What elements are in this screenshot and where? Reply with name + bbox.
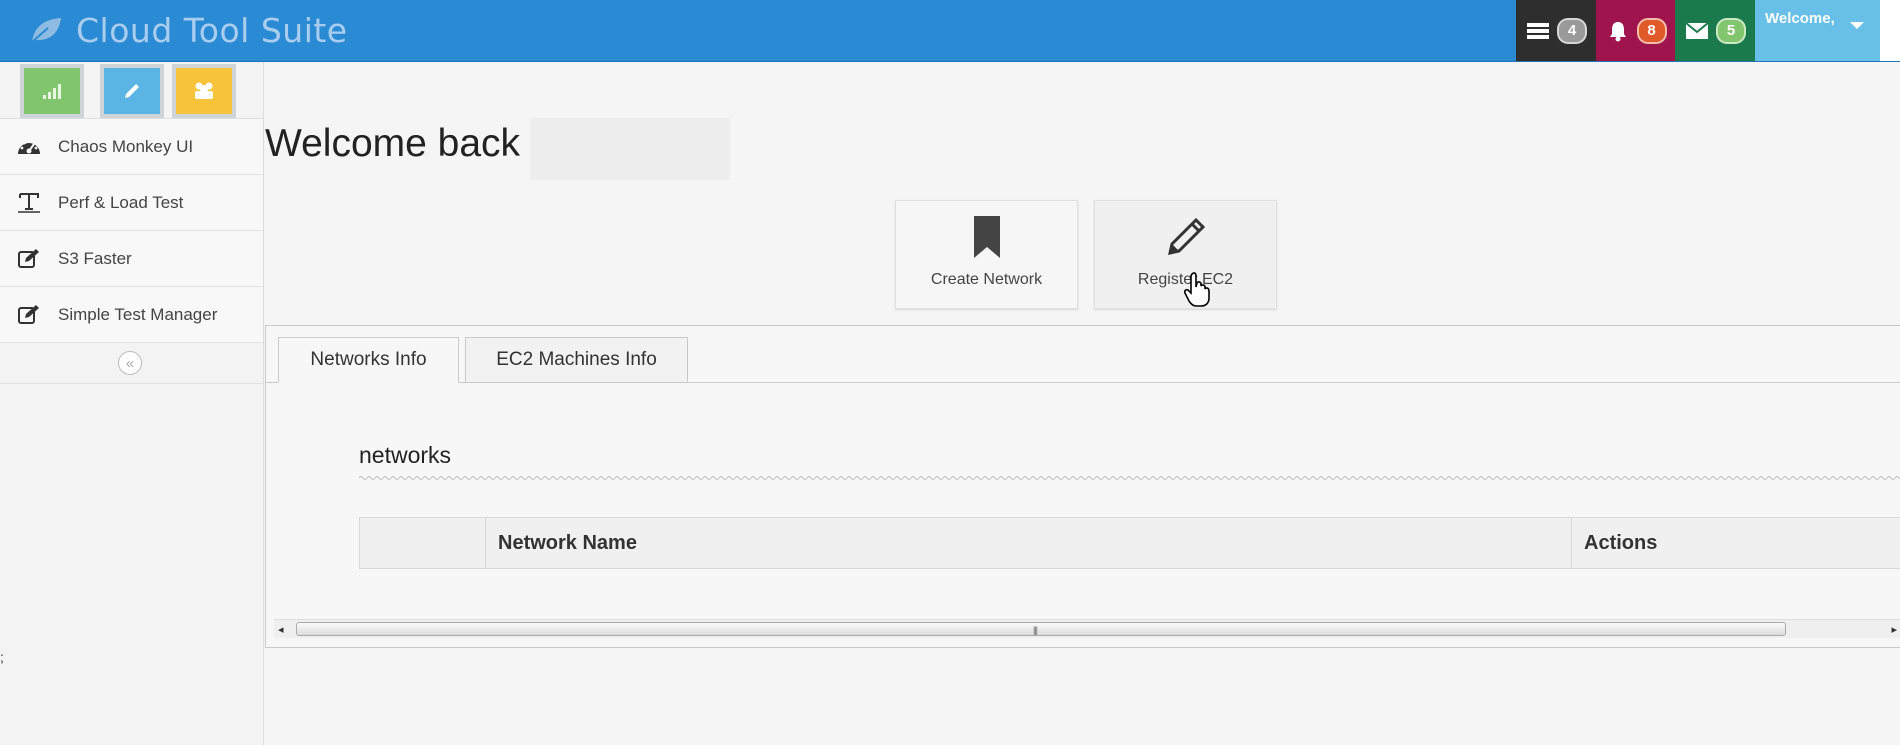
sidebar-mark: ; [0, 649, 4, 665]
column-label: Actions [1584, 532, 1658, 554]
signal-icon [43, 84, 61, 99]
networks-table: Network Name Actions [359, 517, 1900, 569]
user-welcome-label: Welcome, [1765, 10, 1835, 27]
sidebar-item-label: S3 Faster [58, 248, 132, 268]
leaf-icon [31, 18, 61, 43]
horizontal-scrollbar[interactable]: ◂ ||| ▸ [274, 619, 1900, 638]
caret-down-icon [1850, 22, 1864, 29]
sidebar-menu: Chaos Monkey UI Perf & Load Test S3 Fast… [0, 119, 263, 343]
pencil-icon [1167, 217, 1205, 255]
messages-button[interactable]: 5 [1675, 0, 1755, 61]
sidebar-collapse-row: « [0, 345, 263, 384]
edit-icon [18, 249, 39, 268]
tab-ec2-machines-info[interactable]: EC2 Machines Info [465, 337, 688, 383]
envelope-icon [1684, 20, 1710, 42]
tab-panel: Networks Info EC2 Machines Info networks… [265, 325, 1900, 648]
scroll-left-arrow-icon[interactable]: ◂ [278, 623, 284, 636]
page-title: Welcome back [265, 122, 521, 165]
shortcut-stats-button[interactable] [20, 64, 84, 118]
table-header-network-name[interactable]: Network Name [486, 518, 1572, 568]
bell-icon [1605, 20, 1631, 42]
hand-pointer-icon [1184, 272, 1210, 307]
messages-badge: 5 [1716, 17, 1746, 44]
sidebar-item-label: Chaos Monkey UI [58, 136, 194, 156]
text-icon [18, 193, 40, 213]
wavy-divider [359, 474, 1900, 482]
notifications-button[interactable]: 8 [1596, 0, 1675, 61]
sidebar-item-label: Simple Test Manager [58, 304, 218, 324]
user-menu[interactable]: Welcome, [1755, 0, 1880, 61]
table-header-actions[interactable]: Actions [1572, 518, 1900, 568]
brand[interactable]: Cloud Tool Suite [28, 10, 348, 50]
tasks-button[interactable]: 4 [1516, 0, 1596, 61]
create-network-button[interactable]: Create Network [895, 200, 1078, 309]
bookmark-icon [973, 216, 1000, 258]
section-title: networks [359, 442, 452, 468]
sidebar-shortcuts [0, 62, 263, 119]
pencil-icon [125, 84, 139, 98]
scrollbar-thumb[interactable]: ||| [296, 622, 1786, 636]
dashboard-icon [18, 139, 40, 154]
scroll-right-arrow-icon[interactable]: ▸ [1891, 623, 1897, 636]
sidebar-item-simple-test-manager[interactable]: Simple Test Manager [0, 287, 263, 343]
notifications-badge: 8 [1636, 17, 1667, 44]
scrollbar-top[interactable] [1880, 0, 1900, 61]
shortcut-edit-button[interactable] [100, 64, 164, 118]
edit-icon [18, 305, 39, 324]
sidebar-item-perf-load-test[interactable]: Perf & Load Test [0, 175, 263, 231]
column-label: Network Name [498, 532, 637, 554]
sidebar-item-label: Perf & Load Test [58, 192, 184, 212]
tab-networks-info[interactable]: Networks Info [278, 337, 459, 383]
sidebar: Chaos Monkey UI Perf & Load Test S3 Fast… [0, 62, 264, 745]
scrollbar-grip: ||| [1033, 625, 1038, 635]
sidebar-item-chaos-monkey[interactable]: Chaos Monkey UI [0, 119, 263, 175]
shortcut-users-button[interactable] [172, 64, 236, 118]
tasks-badge: 4 [1557, 17, 1587, 44]
table-header-cell[interactable] [360, 518, 486, 568]
top-navbar: Cloud Tool Suite 4 8 5 Welcome, [0, 0, 1900, 62]
user-name-placeholder [530, 118, 730, 180]
collapse-sidebar-button[interactable]: « [118, 351, 142, 375]
app-title: Cloud Tool Suite [76, 10, 348, 50]
create-network-label: Create Network [930, 271, 1043, 288]
tasks-icon [1525, 20, 1551, 42]
group-icon [195, 82, 213, 99]
sidebar-item-s3-faster[interactable]: S3 Faster [0, 231, 263, 287]
